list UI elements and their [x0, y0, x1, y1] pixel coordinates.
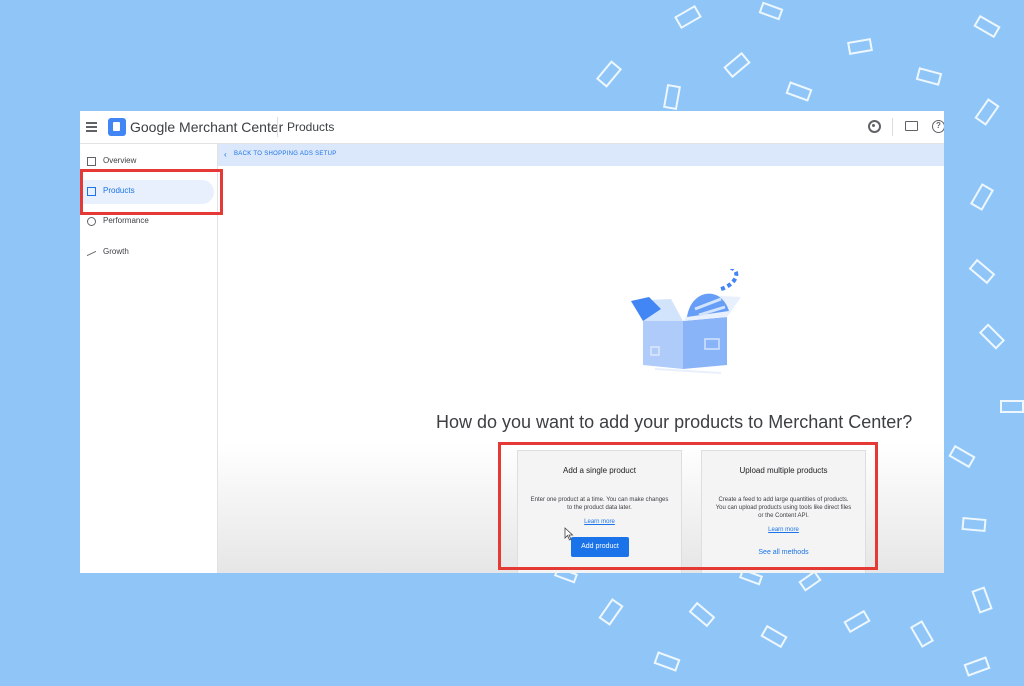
settings-gear-icon[interactable] — [868, 120, 881, 133]
sidebar-item-label: Growth — [103, 247, 129, 256]
merchant-center-logo-icon — [108, 118, 126, 136]
products-highlight-box — [80, 169, 223, 215]
help-icon[interactable]: ? — [932, 120, 944, 133]
performance-icon — [87, 217, 96, 226]
open-box-illustration-icon — [631, 269, 741, 374]
dashboard-icon — [87, 157, 96, 166]
sidebar-item-label: Performance — [103, 216, 149, 225]
toolbar-divider — [892, 118, 893, 136]
sidebar-item-growth[interactable]: Growth — [80, 241, 217, 265]
notifications-mail-icon[interactable] — [905, 121, 918, 131]
back-navigation-bar[interactable]: ‹ BACK TO SHOPPING ADS SETUP — [218, 144, 944, 166]
page-title: Products — [287, 120, 335, 134]
chevron-left-icon: ‹ — [224, 150, 227, 159]
top-app-bar: Google Merchant Center Products ? — [80, 111, 944, 144]
back-link-label[interactable]: BACK TO SHOPPING ADS SETUP — [234, 151, 337, 157]
add-options-highlight-box — [498, 442, 878, 570]
merchant-center-window: Google Merchant Center Products ? Overvi… — [80, 111, 944, 573]
hamburger-menu-icon[interactable] — [86, 122, 97, 132]
sidebar-item-label: Overview — [103, 156, 137, 165]
add-products-heading: How do you want to add your products to … — [436, 412, 913, 432]
growth-icon — [87, 245, 96, 257]
title-divider — [277, 117, 278, 137]
app-brand-name: Google Merchant Center — [130, 119, 284, 135]
